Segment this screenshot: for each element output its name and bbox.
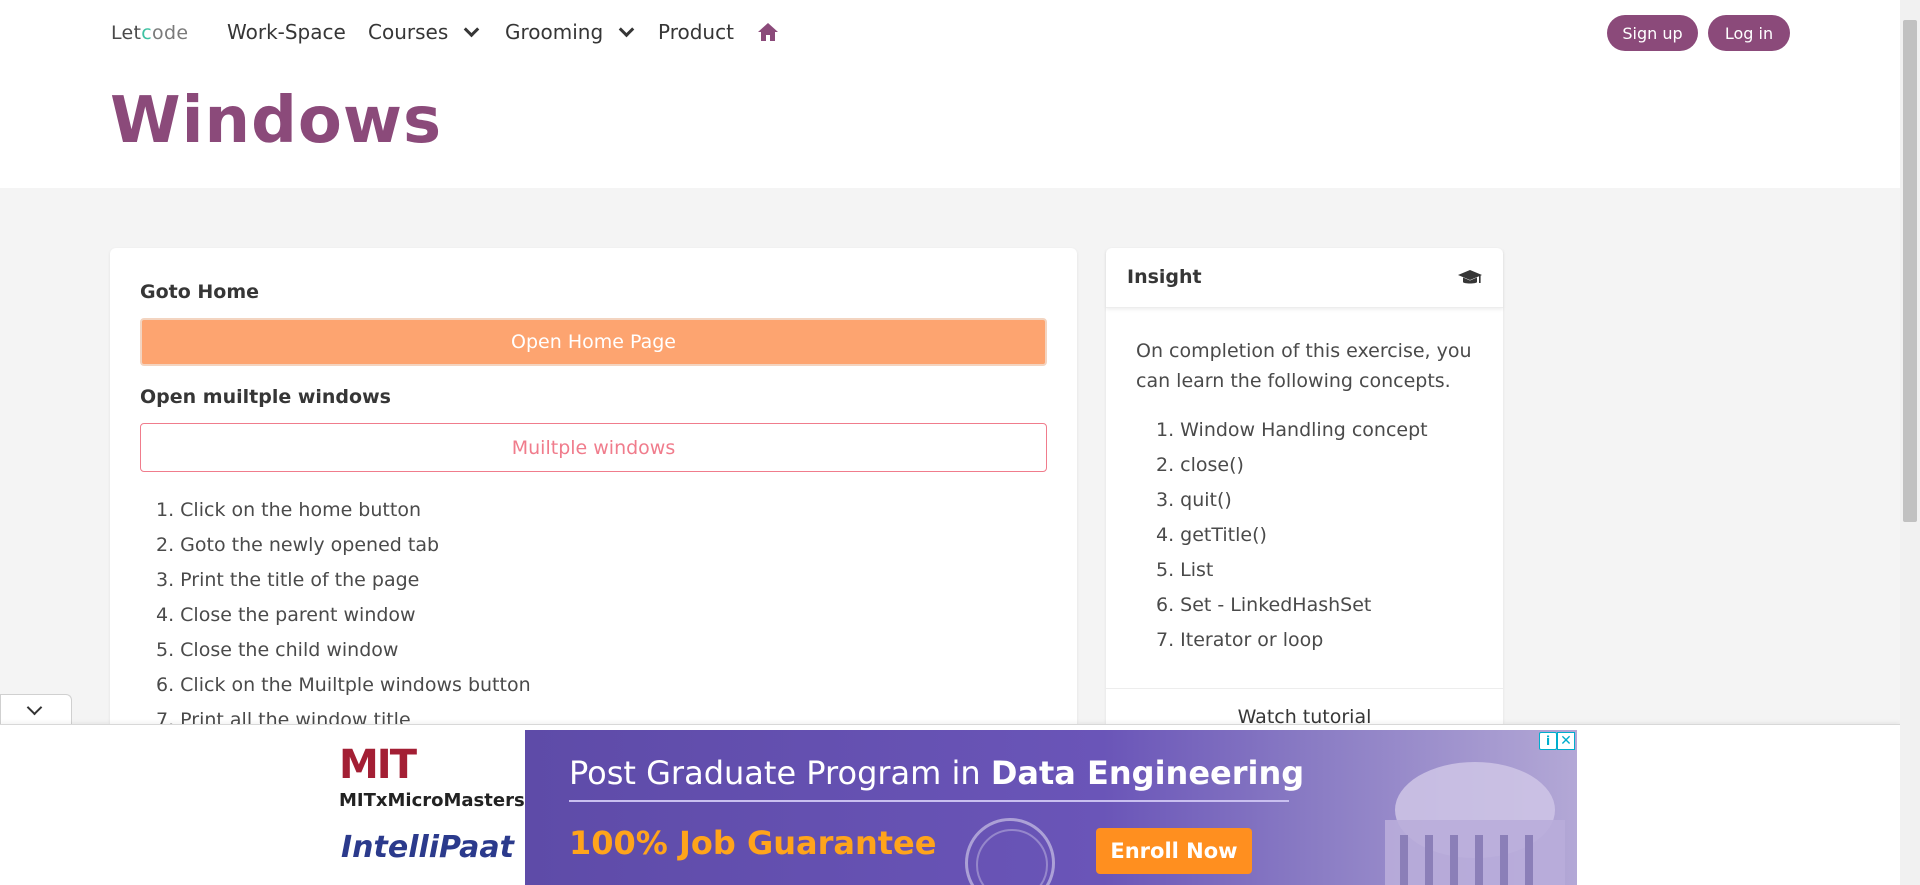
list-item: 1. Window Handling concept bbox=[1156, 419, 1428, 441]
ad-logo-panel: MIT MITxMicroMasters IntelliPaat bbox=[321, 730, 525, 885]
insight-divider bbox=[1106, 688, 1503, 689]
brand-co: c bbox=[141, 22, 153, 44]
list-item: 3. Print the title of the page bbox=[156, 569, 420, 591]
info-icon[interactable]: i bbox=[1539, 732, 1557, 750]
enroll-now-button[interactable]: Enroll Now bbox=[1096, 828, 1252, 874]
scrollbar[interactable] bbox=[1900, 0, 1920, 885]
list-item: 5. Close the child window bbox=[156, 639, 399, 661]
graduation-cap-icon bbox=[1458, 270, 1482, 284]
nav-work-space-label: Work-Space bbox=[227, 20, 346, 44]
goto-home-label: Goto Home bbox=[140, 281, 260, 303]
chevron-down-icon bbox=[26, 699, 43, 716]
header-area: Letcode Work-Space Courses Grooming Prod… bbox=[0, 0, 1900, 188]
nav-grooming-label: Grooming bbox=[505, 20, 604, 44]
insight-header: Insight bbox=[1106, 248, 1503, 308]
list-item: 2. close() bbox=[1156, 454, 1244, 476]
ad-headline: Post Graduate Program in Data Engineerin… bbox=[569, 754, 1304, 792]
signup-button[interactable]: Sign up bbox=[1607, 15, 1698, 51]
login-button[interactable]: Log in bbox=[1708, 15, 1790, 51]
list-item: 6. Set - LinkedHashSet bbox=[1156, 594, 1372, 616]
list-item: 4. Close the parent window bbox=[156, 604, 416, 626]
nav-grooming[interactable]: Grooming bbox=[505, 20, 635, 44]
mitx-micromasters-text: MITxMicroMasters bbox=[339, 790, 525, 811]
multiple-windows-label: Open muiltple windows bbox=[140, 386, 391, 408]
home-icon[interactable] bbox=[757, 22, 779, 42]
nav-product[interactable]: Product bbox=[658, 20, 734, 44]
insight-card: Insight On completion of this exercise, … bbox=[1106, 248, 1503, 768]
ad-collapse-toggle[interactable] bbox=[0, 694, 72, 724]
ad-divider bbox=[569, 800, 1289, 802]
nav-product-label: Product bbox=[658, 20, 734, 44]
building-dome-image bbox=[1385, 762, 1565, 885]
insight-title: Insight bbox=[1127, 266, 1202, 288]
list-item: 1. Click on the home button bbox=[156, 499, 421, 521]
list-item: 4. getTitle() bbox=[1156, 524, 1267, 546]
list-item: 3. quit() bbox=[1156, 489, 1232, 511]
mit-logo: MIT bbox=[339, 742, 417, 788]
insight-intro: On completion of this exercise, you can … bbox=[1136, 340, 1472, 392]
ad-main-panel: Post Graduate Program in Data Engineerin… bbox=[525, 730, 1577, 885]
list-item: 6. Click on the Muiltple windows button bbox=[156, 674, 531, 696]
multiple-windows-button[interactable]: Muiltple windows bbox=[140, 423, 1047, 472]
intellipaat-logo: IntelliPaat bbox=[341, 830, 514, 865]
concepts-list: 1. Window Handling concept 2. close() 3.… bbox=[1156, 413, 1428, 658]
nav-work-space[interactable]: Work-Space bbox=[227, 20, 346, 44]
navbar: Letcode Work-Space Courses Grooming Prod… bbox=[0, 0, 1900, 64]
list-item: 7. Iterator or loop bbox=[1156, 629, 1324, 651]
nav-courses[interactable]: Courses bbox=[368, 20, 480, 44]
brand-let: Let bbox=[111, 22, 142, 44]
ad-banner[interactable]: MIT MITxMicroMasters IntelliPaat Post Gr… bbox=[321, 730, 1577, 885]
guarantee-seal-icon bbox=[965, 818, 1055, 885]
open-home-page-button[interactable]: Open Home Page bbox=[140, 318, 1047, 366]
list-item: 5. List bbox=[1156, 559, 1214, 581]
steps-list: 1. Click on the home button 2. Goto the … bbox=[156, 493, 531, 738]
chevron-down-icon bbox=[463, 21, 480, 37]
close-icon[interactable]: ✕ bbox=[1557, 732, 1575, 750]
ad-headline-plain: Post Graduate Program in bbox=[569, 754, 991, 792]
page-title: Windows bbox=[110, 84, 443, 158]
windows-exercise-card: Goto Home Open Home Page Open muiltple w… bbox=[110, 248, 1077, 768]
scrollbar-thumb[interactable] bbox=[1903, 20, 1917, 522]
brand-logo[interactable]: Letcode bbox=[111, 22, 188, 44]
ad-guarantee: 100% Job Guarantee bbox=[569, 824, 937, 862]
chevron-down-icon bbox=[618, 21, 635, 37]
brand-de: ode bbox=[152, 22, 189, 44]
list-item: 2. Goto the newly opened tab bbox=[156, 534, 440, 556]
nav-courses-label: Courses bbox=[368, 20, 449, 44]
ad-headline-bold: Data Engineering bbox=[990, 754, 1305, 792]
